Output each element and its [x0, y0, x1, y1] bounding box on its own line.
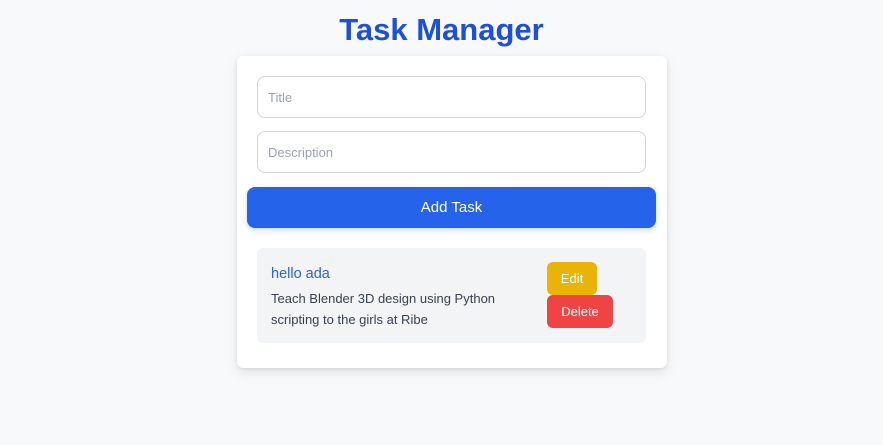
add-task-button[interactable]: Add Task [247, 187, 656, 228]
edit-button[interactable]: Edit [547, 262, 597, 295]
task-title: hello ada [271, 266, 330, 282]
page-title: Task Manager [339, 12, 544, 47]
description-input[interactable] [257, 131, 646, 173]
title-input[interactable] [257, 76, 646, 118]
task-item: hello ada Teach Blender 3D design using … [257, 248, 646, 343]
delete-button[interactable]: Delete [547, 295, 613, 328]
task-description: Teach Blender 3D design using Python scr… [271, 291, 496, 327]
task-form-card: Add Task hello ada Teach Blender 3D desi… [237, 56, 667, 368]
